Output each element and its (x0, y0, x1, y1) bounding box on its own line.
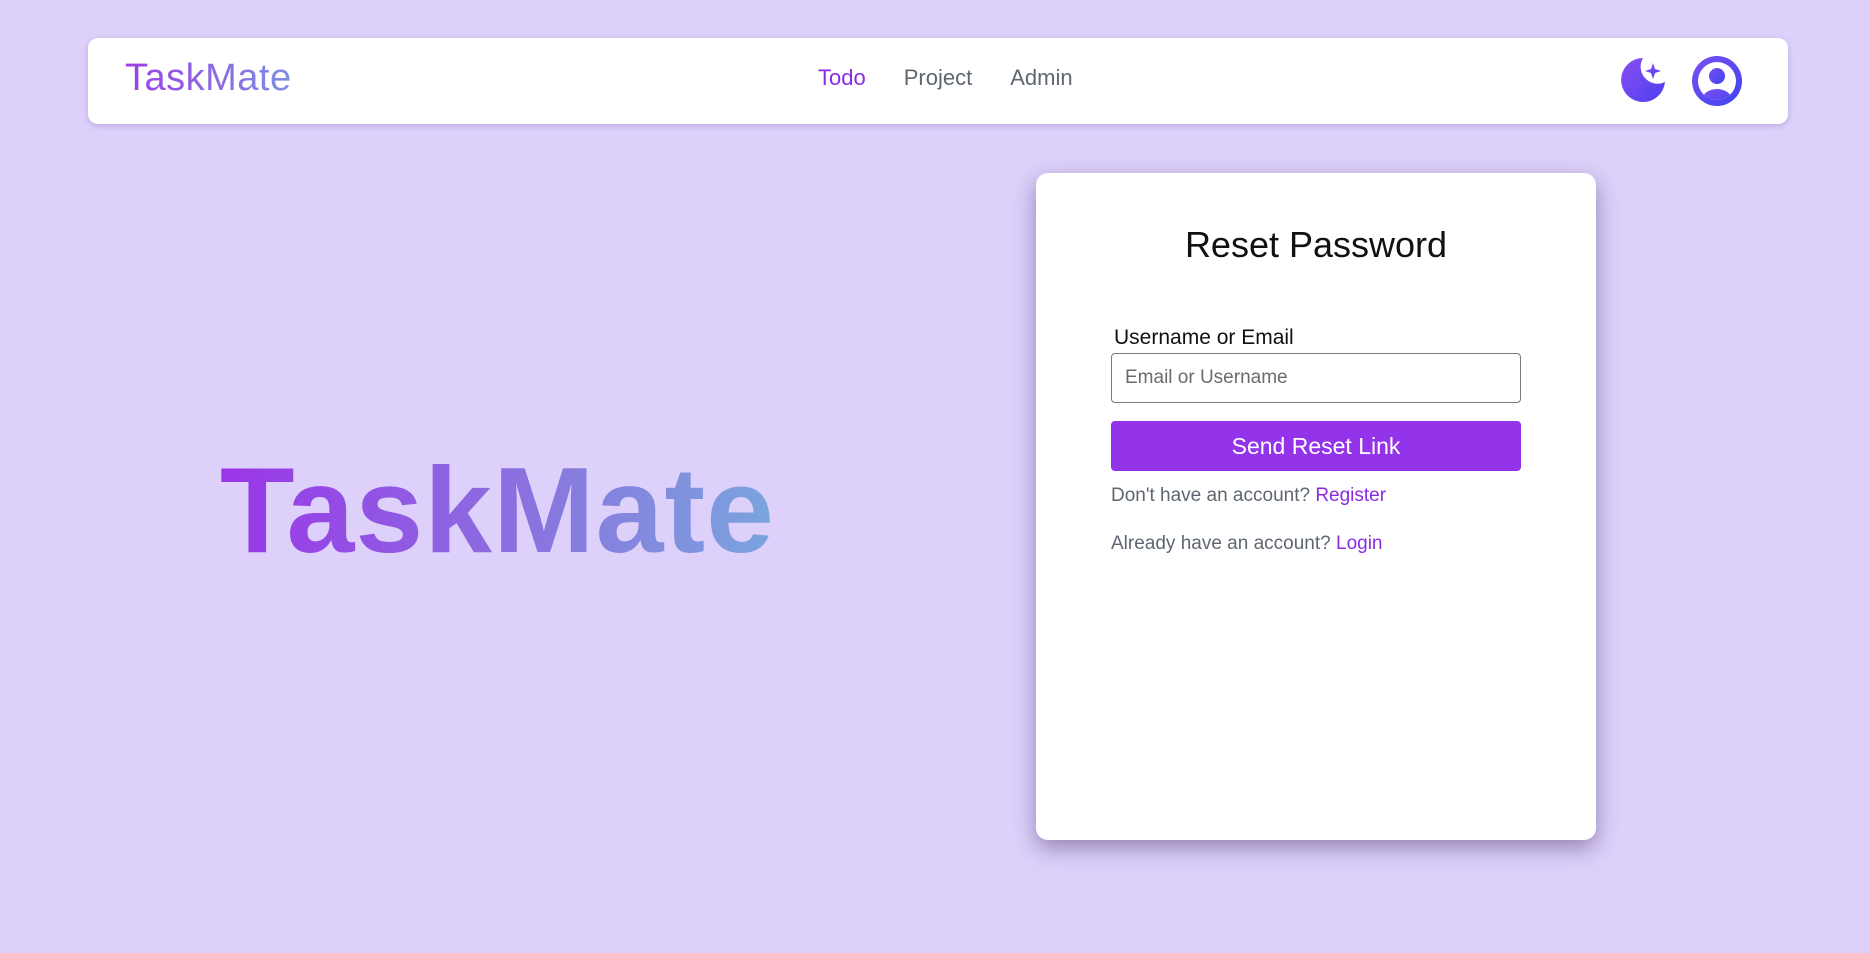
hero-brand-title: TaskMate (220, 442, 775, 578)
user-profile-button[interactable] (1692, 56, 1742, 106)
nav-link-project[interactable]: Project (904, 65, 972, 91)
username-email-label: Username or Email (1114, 326, 1294, 349)
user-avatar-icon (1692, 56, 1742, 106)
nav-link-admin[interactable]: Admin (1010, 65, 1072, 91)
nav-link-todo[interactable]: Todo (818, 65, 866, 91)
main-nav: Todo Project Admin (818, 65, 1073, 91)
login-prompt-text: Already have an account? (1111, 533, 1331, 554)
register-prompt-row: Don't have an account? Register (1111, 484, 1386, 508)
top-navbar: TaskMate Todo Project Admin (88, 38, 1788, 124)
send-reset-link-button[interactable]: Send Reset Link (1111, 421, 1521, 471)
reset-password-card: Reset Password Username or Email Send Re… (1036, 173, 1596, 840)
page-title: Reset Password (1184, 224, 1448, 265)
moon-star-icon (1621, 58, 1665, 102)
theme-toggle-button[interactable] (1620, 57, 1666, 103)
login-prompt-row: Already have an account? Login (1111, 532, 1383, 556)
register-prompt-text: Don't have an account? (1111, 485, 1311, 506)
username-email-input[interactable] (1111, 353, 1521, 403)
register-link[interactable]: Register (1315, 485, 1386, 506)
login-link[interactable]: Login (1336, 533, 1383, 554)
brand-logo[interactable]: TaskMate (125, 56, 292, 100)
